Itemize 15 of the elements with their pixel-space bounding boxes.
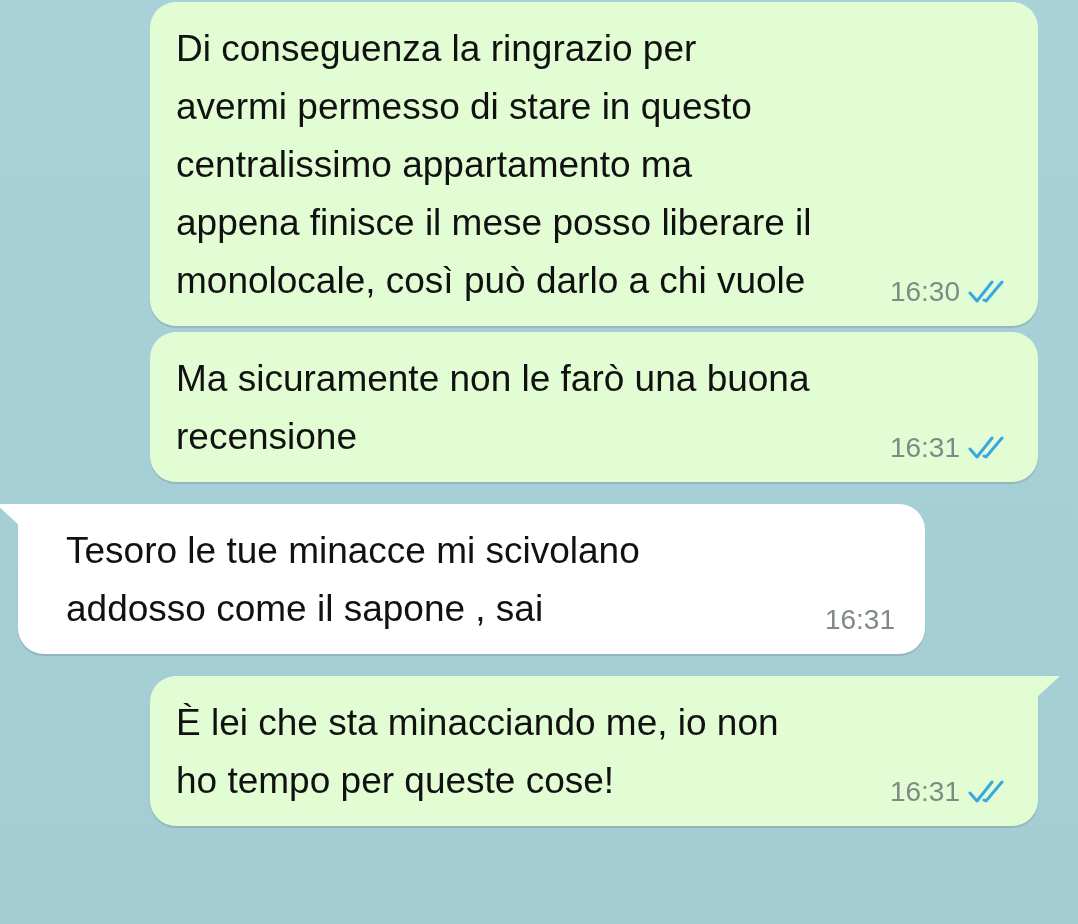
message-text: È lei che sta minacciando me, io non <box>176 701 780 745</box>
message-text: avermi permesso di stare in questo <box>176 85 753 129</box>
message-text: Tesoro le tue minacce mi scivolano <box>66 529 641 573</box>
message-text: Ma sicuramente non le farò una buona <box>176 357 811 401</box>
message-text: appena finisce il mese posso liberare il <box>176 201 813 245</box>
message-text: addosso come il sapone , sai <box>66 587 544 631</box>
message-time: 16:31 <box>824 603 895 637</box>
message-text: monolocale, così può darlo a chi vuole <box>176 259 806 303</box>
message-text: recensione <box>176 415 357 459</box>
message-time: 16:31 <box>889 775 960 809</box>
message-text: Di conseguenza la ringrazio per <box>176 27 698 71</box>
message-text: ho tempo per queste cose! <box>176 759 615 803</box>
message-time: 16:30 <box>889 275 960 309</box>
message-text: centralissimo appartamento ma <box>176 143 694 187</box>
message-time: 16:31 <box>889 431 960 465</box>
